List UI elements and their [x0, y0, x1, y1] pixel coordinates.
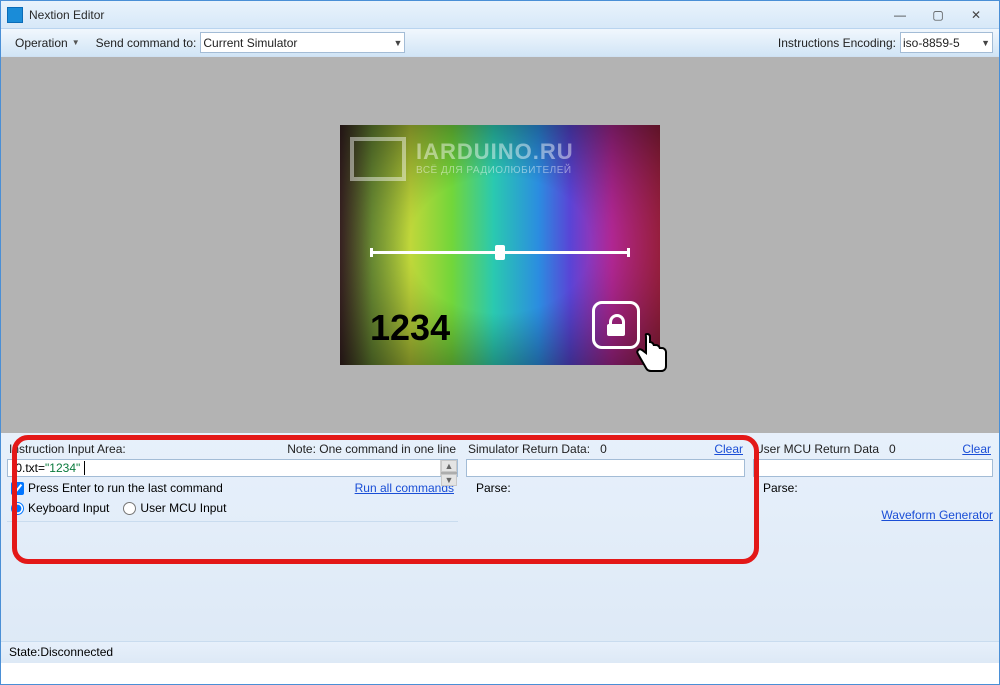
- radio-keyboard[interactable]: [11, 502, 24, 515]
- waveform-generator-link[interactable]: Waveform Generator: [881, 508, 993, 522]
- code-op: =: [38, 461, 45, 475]
- text-component-t0: 1234: [370, 307, 450, 349]
- instruction-note: Note: One command in one line: [287, 442, 456, 456]
- run-all-link[interactable]: Run all commands: [355, 481, 454, 495]
- maximize-button[interactable]: ▢: [923, 6, 953, 24]
- simret-output: [466, 459, 745, 477]
- radio-user-mcu-input[interactable]: User MCU Input: [123, 501, 226, 515]
- operation-label: Operation: [15, 36, 68, 50]
- status-bar: State:Disconnected: [1, 641, 999, 663]
- window-title: Nextion Editor: [29, 8, 104, 22]
- usermcu-count: 0: [889, 442, 896, 456]
- simret-count: 0: [600, 442, 607, 456]
- code-attr: t0.txt: [12, 461, 38, 475]
- instruction-panel: Instruction Input Area: Note: One comman…: [7, 439, 458, 477]
- watermark-subtitle: ВСЁ ДЛЯ РАДИОЛЮБИТЕЛЕЙ: [416, 165, 574, 176]
- simulator-selected: Current Simulator: [203, 36, 387, 50]
- parse-label-left: Parse:: [476, 481, 511, 495]
- watermark: IARDUINO.RU ВСЁ ДЛЯ РАДИОЛЮБИТЕЛЕЙ: [350, 137, 650, 177]
- run-last-checkbox[interactable]: [11, 482, 24, 495]
- toolbar: Operation ▼ Send command to: Current Sim…: [1, 29, 999, 57]
- bottom-area: Instruction Input Area: Note: One comman…: [1, 433, 999, 663]
- instruction-title: Instruction Input Area:: [9, 442, 126, 456]
- slider-component[interactable]: [370, 251, 630, 254]
- encoding-label: Instructions Encoding:: [778, 36, 896, 50]
- usermcu-title: User MCU Return Data: [755, 442, 879, 456]
- title-bar: Nextion Editor — ▢ ✕: [1, 1, 999, 29]
- scroll-up-icon[interactable]: ▲: [441, 460, 457, 472]
- radio-mcu[interactable]: [123, 502, 136, 515]
- lock-icon: [607, 314, 625, 336]
- chevron-down-icon: ▼: [387, 38, 402, 48]
- chevron-down-icon: ▼: [975, 38, 990, 48]
- watermark-title: IARDUINO.RU: [416, 139, 574, 165]
- simulator-return-panel: Simulator Return Data: 0 Clear: [466, 439, 745, 477]
- window-controls: — ▢ ✕: [885, 6, 999, 24]
- close-button[interactable]: ✕: [961, 6, 991, 24]
- instruction-input[interactable]: t0.txt="1234" ▲ ▼: [7, 459, 458, 477]
- radio-keyboard-input[interactable]: Keyboard Input: [11, 501, 109, 515]
- run-last-hint: Press Enter to run the last command: [28, 481, 223, 495]
- scroll-down-icon[interactable]: ▼: [441, 474, 457, 486]
- text-caret: [80, 461, 84, 475]
- app-icon: [7, 7, 23, 23]
- simulator-display[interactable]: IARDUINO.RU ВСЁ ДЛЯ РАДИОЛЮБИТЕЛЕЙ 1234: [340, 125, 660, 365]
- simret-title: Simulator Return Data:: [468, 442, 590, 456]
- send-to-label: Send command to:: [96, 36, 197, 50]
- simulator-dropdown[interactable]: Current Simulator ▼: [200, 32, 405, 53]
- minimize-button[interactable]: —: [885, 6, 915, 24]
- user-mcu-return-panel: User MCU Return Data 0 Clear: [753, 439, 993, 477]
- slider-thumb[interactable]: [495, 245, 505, 260]
- scrollbar-vertical[interactable]: ▲ ▼: [440, 460, 457, 476]
- status-text: State:Disconnected: [9, 645, 113, 659]
- encoding-dropdown[interactable]: iso-8859-5 ▼: [900, 32, 993, 53]
- watermark-logo-icon: [350, 137, 406, 177]
- code-string: "1234": [45, 461, 80, 475]
- cursor-hand-icon: [630, 331, 674, 379]
- chevron-down-icon: ▼: [72, 38, 80, 47]
- usermcu-clear-link[interactable]: Clear: [962, 442, 991, 456]
- simret-clear-link[interactable]: Clear: [714, 442, 743, 456]
- usermcu-output: [753, 459, 993, 477]
- encoding-selected: iso-8859-5: [903, 36, 975, 50]
- parse-label-right: Parse:: [763, 481, 798, 495]
- preview-panel: IARDUINO.RU ВСЁ ДЛЯ РАДИОЛЮБИТЕЛЕЙ 1234: [1, 57, 999, 433]
- operation-menu[interactable]: Operation ▼: [7, 34, 88, 52]
- radio-keyboard-label: Keyboard Input: [28, 501, 109, 515]
- radio-mcu-label: User MCU Input: [140, 501, 226, 515]
